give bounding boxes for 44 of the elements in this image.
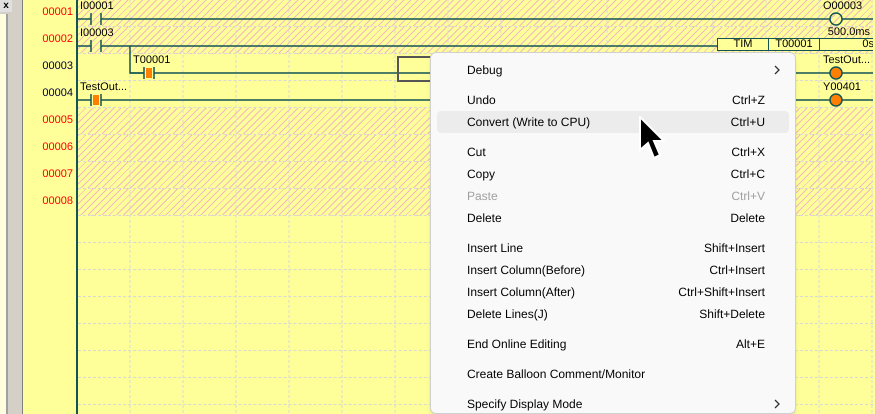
timer-operand: T00001 bbox=[768, 39, 820, 50]
rung-wire bbox=[130, 72, 144, 74]
line-number: 00003 bbox=[42, 60, 73, 72]
menu-item[interactable]: Insert Column(After) Ctrl+Shift+Insert bbox=[437, 281, 789, 303]
rung-wire bbox=[842, 99, 873, 101]
coil-symbol[interactable] bbox=[829, 12, 843, 26]
line-number: 00001 bbox=[42, 6, 73, 18]
mouse-pointer-icon bbox=[639, 116, 665, 160]
contact-label: T00001 bbox=[133, 54, 170, 66]
rung-wire bbox=[842, 72, 873, 74]
contact-label: TestOut... bbox=[80, 81, 128, 93]
line-number: 00006 bbox=[42, 141, 73, 153]
contact-symbol[interactable] bbox=[90, 13, 102, 25]
line-number: 00005 bbox=[42, 114, 73, 126]
line-number: 00002 bbox=[42, 33, 73, 45]
close-button[interactable]: x bbox=[0, 0, 12, 12]
menu-item[interactable]: Copy Ctrl+C bbox=[437, 163, 789, 185]
menu-item[interactable]: Delete Lines(J) Shift+Delete bbox=[437, 303, 789, 325]
menu-item[interactable]: Undo Ctrl+Z bbox=[437, 89, 789, 111]
line-number: 00008 bbox=[42, 195, 73, 207]
coil-symbol[interactable] bbox=[829, 93, 843, 107]
menu-item[interactable]: Create Balloon Comment/Monitor bbox=[437, 363, 789, 385]
menu-item[interactable]: Convert (Write to CPU) Ctrl+U bbox=[437, 111, 789, 133]
menu-item[interactable]: Cut Ctrl+X bbox=[437, 141, 789, 163]
menu-item[interactable]: Delete Delete bbox=[437, 207, 789, 229]
timer-setting: 500.0ms bbox=[828, 26, 870, 38]
contact-symbol[interactable] bbox=[143, 67, 155, 79]
menu-item[interactable]: Debug bbox=[437, 59, 789, 81]
rung-wire bbox=[842, 18, 873, 20]
contact-label: I00001 bbox=[80, 0, 114, 12]
contact-symbol[interactable] bbox=[90, 94, 102, 106]
menu-item[interactable]: End Online Editing Alt+E bbox=[437, 333, 789, 355]
menu-item[interactable]: Insert Line Shift+Insert bbox=[437, 237, 789, 259]
contact-label: I00003 bbox=[80, 27, 114, 39]
menu-item[interactable]: Specify Display Mode bbox=[437, 393, 789, 413]
line-number: 00007 bbox=[42, 168, 73, 180]
coil-label: TestOut... bbox=[823, 54, 870, 66]
coil-symbol[interactable] bbox=[829, 66, 843, 80]
contact-symbol[interactable] bbox=[90, 40, 102, 52]
coil-label: Y00401 bbox=[823, 81, 861, 93]
coil-label: O00003 bbox=[823, 0, 862, 12]
menu-item[interactable]: Insert Column(Before) Ctrl+Insert bbox=[437, 259, 789, 281]
line-number: 00004 bbox=[42, 87, 73, 99]
timer-instruction: TIM bbox=[732, 39, 754, 50]
